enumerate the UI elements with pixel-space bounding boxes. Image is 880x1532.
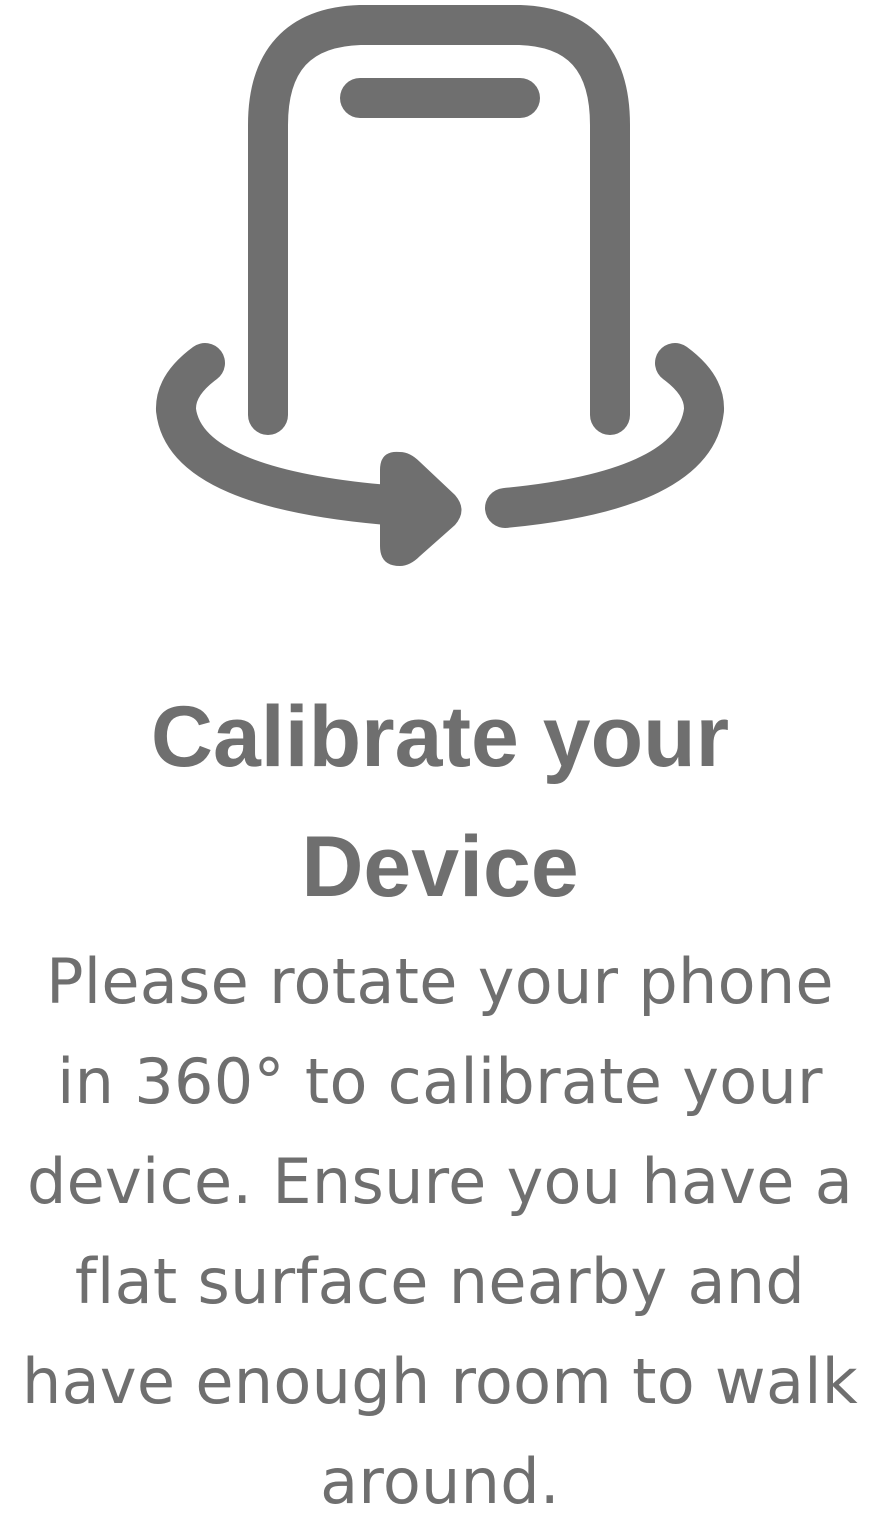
rotate-phone-icon [156, 5, 724, 566]
instructions-line: have enough room to walk [22, 1345, 858, 1418]
instructions-line: device. Ensure you have a [26, 1145, 854, 1218]
instructions-line: flat surface nearby and [74, 1245, 806, 1318]
page-title: Calibrate your Device [0, 672, 880, 932]
title-line: Calibrate your [150, 689, 730, 785]
instructions-line: in 360° to calibrate your [57, 1045, 823, 1118]
title-line: Device [301, 819, 579, 915]
rotation-arrow-head [380, 451, 462, 566]
instructions-line: around. [320, 1445, 560, 1518]
calibration-screen: Calibrate your Device Please rotate your… [0, 0, 880, 1528]
instructions-line: Please rotate your phone [46, 945, 834, 1018]
instructions-text: Please rotate your phone in 360° to cali… [0, 932, 880, 1532]
